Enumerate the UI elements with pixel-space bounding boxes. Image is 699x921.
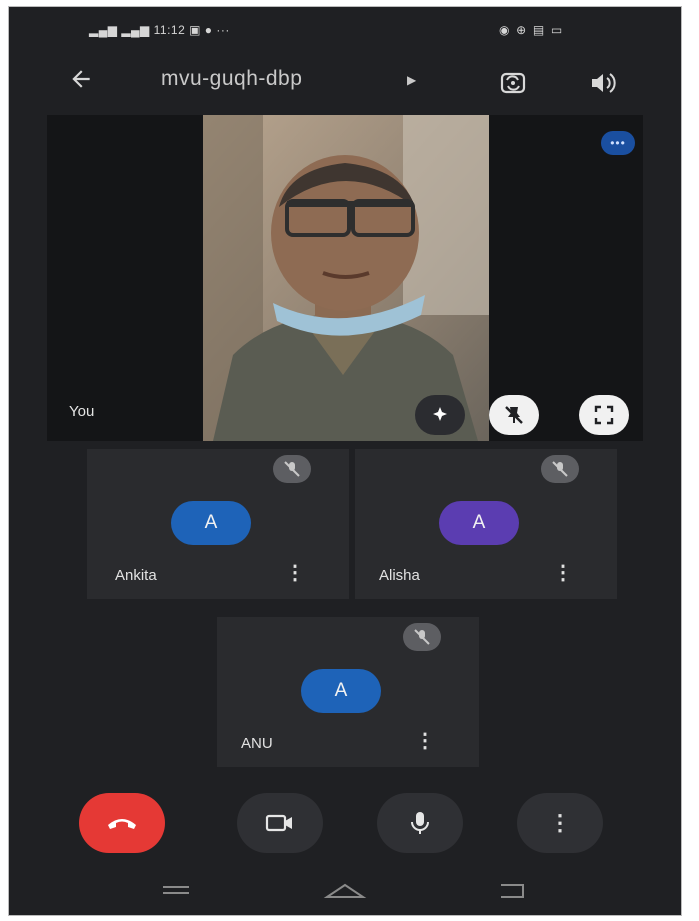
avatar: A: [439, 501, 519, 545]
more-vert-icon[interactable]: ⋮: [553, 563, 573, 583]
participant-name: ANU: [241, 735, 273, 752]
self-label: You: [69, 403, 95, 420]
caret-right-icon[interactable]: ▶: [407, 73, 416, 87]
status-right: ◉ ⊕ ▤ ▭: [499, 23, 562, 37]
participant-name: Alisha: [379, 567, 420, 584]
battery-icon: ▭: [550, 23, 563, 37]
end-call-icon: [108, 819, 136, 829]
back-nav-icon[interactable]: [501, 884, 524, 898]
status-bar: ▂▄▆ ▂▄▆ 11:12 ▣ ● ··· ◉ ⊕ ▤ ▭: [9, 7, 681, 53]
home-icon[interactable]: [323, 883, 367, 898]
more-vert-icon[interactable]: ⋮: [415, 731, 435, 751]
more-options-badge[interactable]: •••: [601, 131, 635, 155]
nfc-icon: ▤: [532, 23, 545, 37]
avatar: A: [301, 669, 381, 713]
participant-tile[interactable]: A ANU ⋮: [217, 617, 479, 767]
more-vert-icon[interactable]: ⋮: [285, 563, 305, 583]
camera-button[interactable]: [237, 793, 323, 853]
signal-icon: ▂▄▆: [121, 23, 150, 37]
speaker-icon[interactable]: [583, 65, 623, 101]
call-controls: ⋮: [9, 787, 681, 861]
mic-off-icon: [403, 623, 441, 651]
top-bar: mvu-guqh-dbp ▶: [9, 59, 681, 109]
participant-tile[interactable]: A Ankita ⋮: [87, 449, 349, 599]
more-vert-icon: ⋮: [549, 810, 571, 835]
notification-icon: ▣ ● ···: [189, 23, 230, 37]
fullscreen-icon[interactable]: [579, 395, 629, 435]
signal-icon: ▂▄▆: [89, 23, 118, 37]
status-time: 11:12: [153, 23, 186, 37]
participant-tile[interactable]: A Alisha ⋮: [355, 449, 617, 599]
mic-icon: [411, 812, 429, 834]
switch-camera-icon[interactable]: [493, 65, 533, 101]
meeting-code[interactable]: mvu-guqh-dbp: [161, 67, 302, 91]
avatar: A: [171, 501, 251, 545]
status-left: ▂▄▆ ▂▄▆ 11:12 ▣ ● ···: [89, 23, 230, 37]
camera-icon: [265, 814, 292, 832]
end-call-button[interactable]: [79, 793, 165, 853]
meet-screen: ▂▄▆ ▂▄▆ 11:12 ▣ ● ··· ◉ ⊕ ▤ ▭ mvu-guqh-d…: [8, 6, 682, 916]
more-options-button[interactable]: ⋮: [517, 793, 603, 853]
data-icon: ◉: [499, 23, 510, 37]
system-nav-bar: [9, 869, 681, 915]
wifi-icon: ⊕: [516, 23, 527, 37]
menu-icon[interactable]: [163, 886, 189, 894]
pin-off-icon[interactable]: [489, 395, 539, 435]
arrow-left-icon[interactable]: [61, 65, 101, 101]
participant-name: Ankita: [115, 567, 157, 584]
effects-icon[interactable]: [415, 395, 465, 435]
mic-button[interactable]: [377, 793, 463, 853]
self-video-feed: [203, 115, 489, 441]
mic-off-icon: [273, 455, 311, 483]
self-video-tile: You •••: [47, 115, 643, 441]
mic-off-icon: [541, 455, 579, 483]
